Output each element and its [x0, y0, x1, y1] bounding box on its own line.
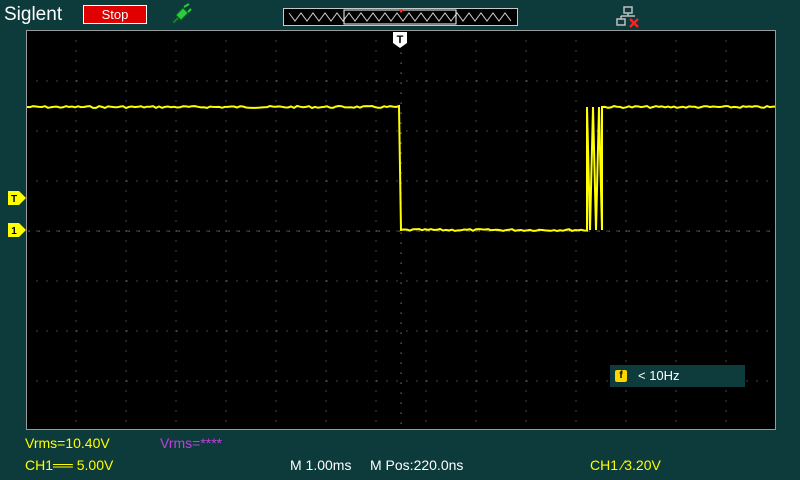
run-stop-button[interactable]: Stop — [83, 5, 147, 24]
ch1-trace — [27, 104, 775, 233]
trigger-readout[interactable]: CH1 ∕3.20V — [590, 457, 661, 473]
channel1-marker-label: 1 — [11, 226, 17, 237]
horizontal-position-readout[interactable]: M Pos:220.0ns — [370, 457, 463, 473]
trigger-position-marker[interactable]: T — [393, 32, 407, 48]
network-disconnected-icon — [616, 6, 639, 28]
ch1-vrms-measurement: Vrms=10.40V — [25, 435, 110, 451]
waveform-memory-bar[interactable] — [283, 8, 518, 26]
frequency-counter: f < 10Hz — [610, 365, 745, 387]
timebase-readout[interactable]: M 1.00ms — [290, 457, 351, 473]
probe-icon — [172, 3, 192, 24]
brand-logo: Siglent — [4, 4, 63, 25]
trigger-level-label: T — [11, 194, 17, 205]
ch1-volts-per-div[interactable]: CH1══ 5.00V — [25, 457, 113, 473]
ch2-vrms-measurement: Vrms=**** — [160, 435, 223, 451]
memory-waveform-icon — [288, 9, 512, 25]
frequency-value: < 10Hz — [638, 368, 680, 383]
channel1-ground-marker[interactable]: 1 — [8, 223, 26, 237]
trigger-marker-label: T — [397, 34, 404, 46]
frequency-icon: f — [615, 370, 627, 382]
trigger-level-marker[interactable]: T — [8, 191, 26, 205]
